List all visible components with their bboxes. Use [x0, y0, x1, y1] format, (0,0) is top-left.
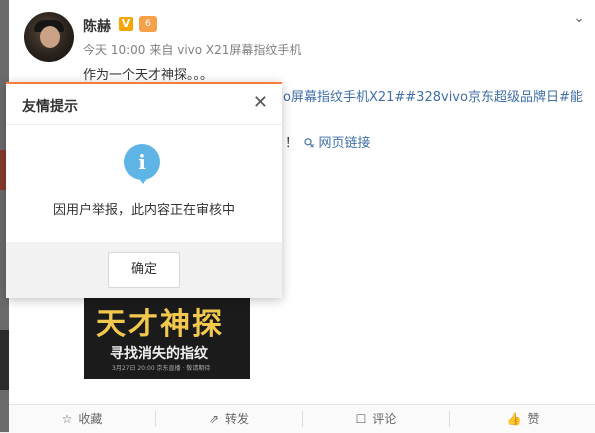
comment-icon: ☐: [355, 412, 367, 426]
like-icon: 👍: [506, 412, 522, 426]
link-icon: ♀: [301, 134, 319, 153]
background-fragment: [0, 330, 9, 390]
dialog-message: 因用户举报，此内容正在审核中: [52, 203, 235, 218]
repost-label: 转发: [225, 412, 250, 426]
post-text: 作为一个天才神探。。。: [83, 68, 214, 83]
favorite-button[interactable]: ☆ 收藏: [9, 405, 155, 433]
poster-title: 天才神探: [96, 307, 224, 342]
confirm-button[interactable]: 确定: [108, 252, 180, 288]
comment-button[interactable]: ☐ 评论: [303, 405, 449, 433]
favorite-label: 收藏: [78, 412, 103, 426]
poster-subtitle: 寻找消失的指纹: [110, 346, 208, 362]
comment-label: 评论: [372, 412, 397, 426]
info-icon-tail: [138, 177, 148, 184]
post-source[interactable]: 来自 vivo X21屏幕指纹手机: [149, 43, 301, 57]
post-meta: 今天 10:00 来自 vivo X21屏幕指纹手机: [83, 41, 305, 58]
close-icon[interactable]: ✕: [253, 92, 268, 113]
post-text-fragment: ！: [285, 136, 299, 151]
verified-badge-icon[interactable]: V: [119, 17, 133, 31]
level-badge-icon[interactable]: 6: [139, 16, 157, 32]
like-button[interactable]: 👍 赞: [450, 405, 595, 433]
action-bar: ☆ 收藏 ⇗ 转发 ☐ 评论 👍 赞: [9, 404, 595, 433]
avatar[interactable]: [24, 12, 74, 62]
dialog-title: 友情提示: [22, 99, 78, 115]
star-icon: ☆: [61, 412, 73, 426]
hashtag-link[interactable]: o屏幕指纹手机X21##328vivo京东超级品牌日#能: [283, 86, 583, 105]
poster-caption: 3月27日 20:00 京东直播 · 敬请期待: [112, 365, 211, 372]
post-image[interactable]: 天才神探 寻找消失的指纹 3月27日 20:00 京东直播 · 敬请期待: [84, 295, 250, 379]
author-name[interactable]: 陈赫: [83, 16, 111, 36]
web-link-label: 网页链接: [318, 136, 371, 151]
share-icon: ⇗: [208, 412, 220, 426]
repost-button[interactable]: ⇗ 转发: [156, 405, 302, 433]
dialog-divider: [6, 124, 282, 125]
like-label: 赞: [527, 412, 540, 426]
post-time[interactable]: 今天 10:00: [83, 43, 145, 57]
chevron-down-icon[interactable]: ⌄: [573, 10, 585, 26]
avatar-face: [40, 26, 60, 48]
info-icon: i: [124, 144, 160, 180]
web-link[interactable]: ♀网页链接: [301, 132, 371, 152]
notice-dialog: 友情提示 ✕ i 因用户举报，此内容正在审核中 确定: [6, 82, 282, 298]
